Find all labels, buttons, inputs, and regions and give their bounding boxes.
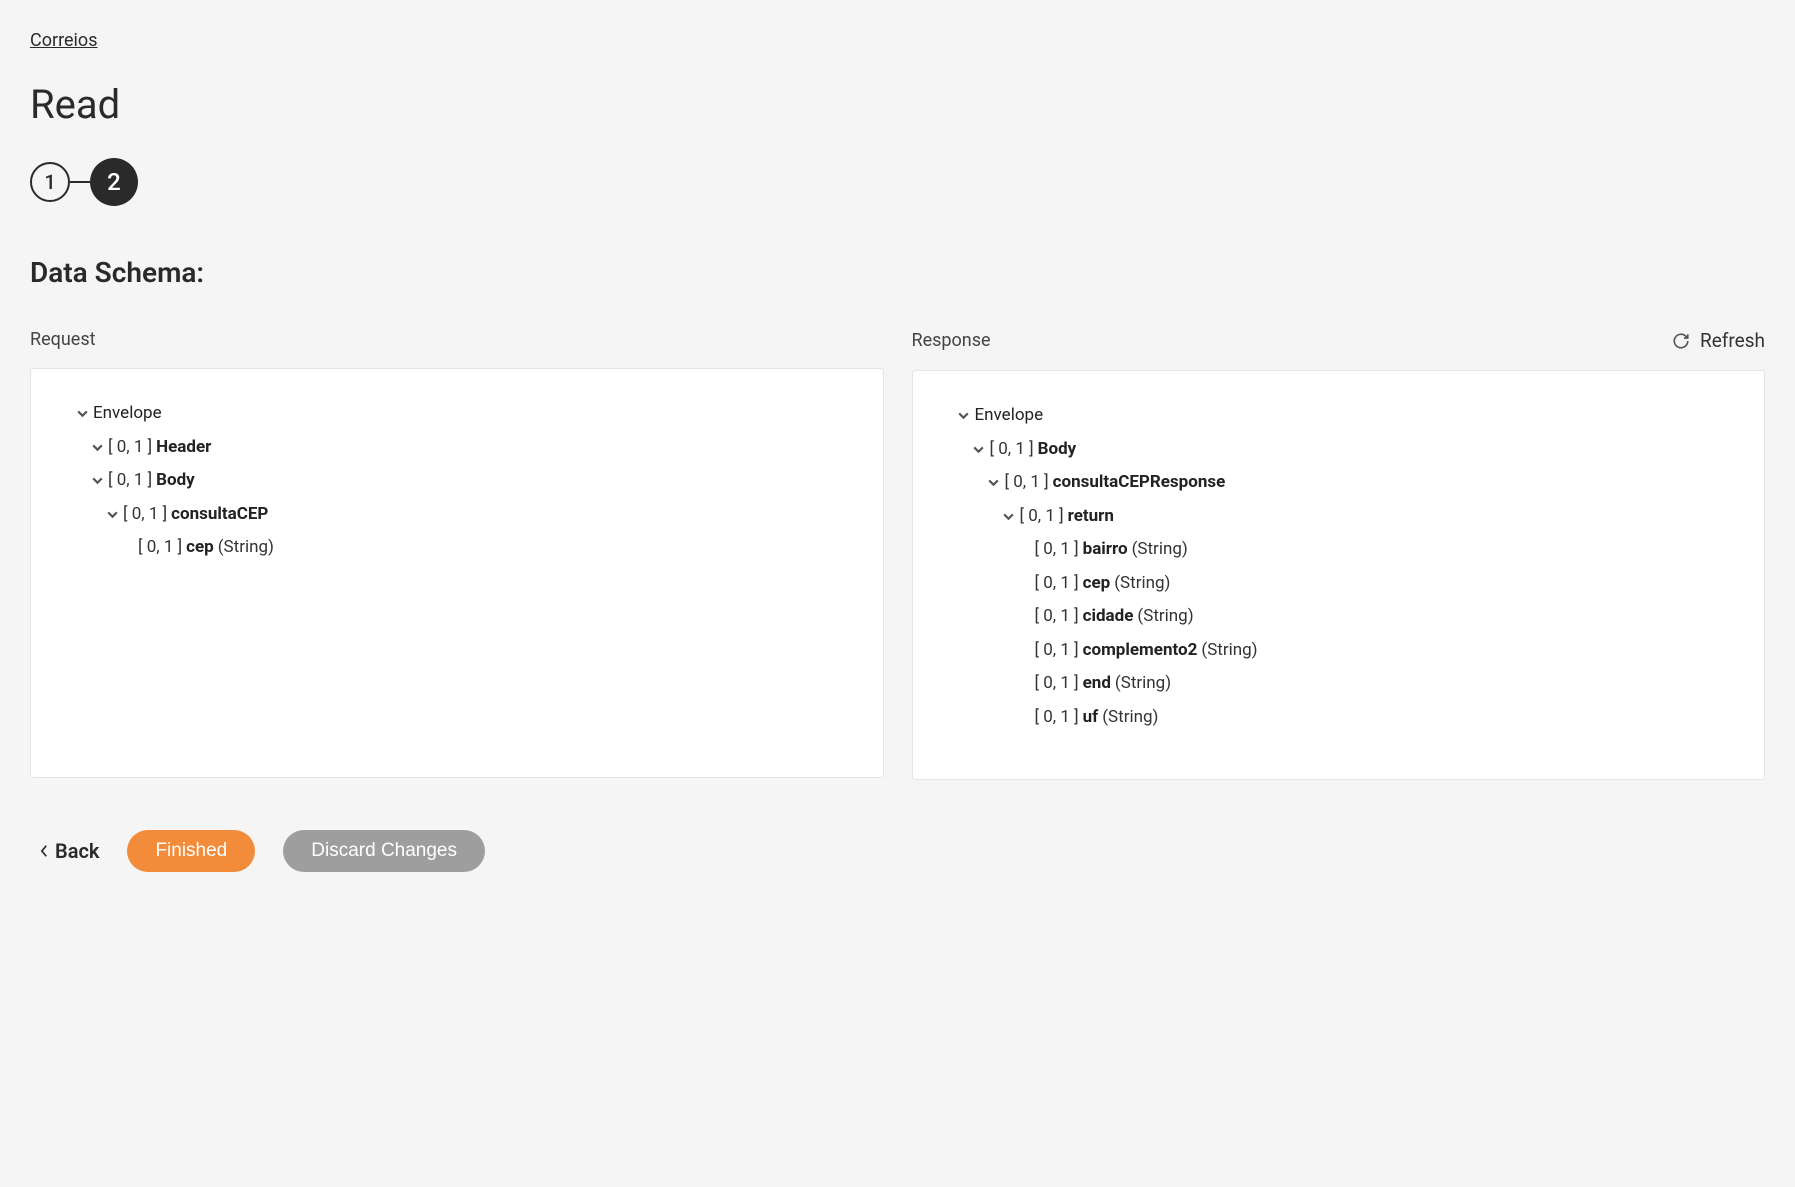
node-cardinality: [ 0, 1 ] (1005, 470, 1049, 496)
node-label: bairro (1083, 537, 1128, 563)
node-label: cep (186, 535, 214, 561)
chevron-down-icon (86, 441, 108, 454)
node-label: consultaCEPResponse (1053, 470, 1226, 496)
back-button[interactable]: Back (40, 839, 99, 863)
node-label: cidade (1083, 604, 1134, 630)
node-label: uf (1083, 705, 1099, 731)
node-cardinality: [ 0, 1 ] (1035, 571, 1079, 597)
refresh-icon (1672, 332, 1690, 350)
tree-node-body[interactable]: [ 0, 1 ] Body (51, 464, 863, 498)
node-label: Envelope (975, 403, 1044, 429)
breadcrumb[interactable]: Correios (30, 30, 98, 51)
chevron-down-icon (71, 407, 93, 420)
node-label: Body (156, 468, 195, 494)
node-label: consultaCEP (171, 502, 268, 528)
tree-node-cep[interactable]: [ 0, 1 ] cep (String) (51, 531, 863, 565)
tree-node-body[interactable]: [ 0, 1 ] Body (933, 433, 1745, 467)
tree-node-field[interactable]: [ 0, 1 ]bairro(String) (933, 533, 1745, 567)
tree-node-field[interactable]: [ 0, 1 ]cep(String) (933, 567, 1745, 601)
node-type: (String) (1132, 537, 1188, 563)
node-type: (String) (218, 535, 274, 561)
page-title: Read (30, 81, 1765, 128)
node-cardinality: [ 0, 1 ] (1035, 638, 1079, 664)
node-label: Body (1038, 437, 1077, 463)
chevron-down-icon (86, 474, 108, 487)
chevron-down-icon (953, 409, 975, 422)
node-label: cep (1083, 571, 1111, 597)
node-cardinality: [ 0, 1 ] (1035, 705, 1079, 731)
tree-node-field[interactable]: [ 0, 1 ]cidade(String) (933, 600, 1745, 634)
step-2[interactable]: 2 (90, 158, 138, 206)
node-type: (String) (1137, 604, 1193, 630)
tree-node-field[interactable]: [ 0, 1 ]end(String) (933, 667, 1745, 701)
tree-node-return[interactable]: [ 0, 1 ] return (933, 500, 1745, 534)
stepper: 1 2 (30, 158, 1765, 206)
step-connector (70, 181, 90, 183)
node-label: return (1068, 504, 1114, 530)
request-label: Request (30, 329, 96, 350)
chevron-left-icon (40, 839, 49, 863)
node-label: end (1083, 671, 1111, 697)
tree-node-envelope[interactable]: Envelope (933, 399, 1745, 433)
node-cardinality: [ 0, 1 ] (1020, 504, 1064, 530)
response-label: Response (912, 330, 991, 351)
chevron-down-icon (968, 443, 990, 456)
node-type: (String) (1114, 571, 1170, 597)
tree-node-envelope[interactable]: Envelope (51, 397, 863, 431)
chevron-down-icon (101, 508, 123, 521)
chevron-down-icon (983, 476, 1005, 489)
node-cardinality: [ 0, 1 ] (138, 535, 182, 561)
node-cardinality: [ 0, 1 ] (1035, 671, 1079, 697)
node-label: Header (156, 435, 211, 461)
node-type: (String) (1115, 671, 1171, 697)
request-column: Request Envelope [ 0, 1 ] Header [ 0 (30, 329, 884, 780)
tree-node-consultacepresponse[interactable]: [ 0, 1 ] consultaCEPResponse (933, 466, 1745, 500)
back-label: Back (55, 839, 99, 863)
node-label: complemento2 (1083, 638, 1198, 664)
node-cardinality: [ 0, 1 ] (123, 502, 167, 528)
node-label: Envelope (93, 401, 162, 427)
tree-node-consultacep[interactable]: [ 0, 1 ] consultaCEP (51, 498, 863, 532)
request-panel: Envelope [ 0, 1 ] Header [ 0, 1 ] Body (30, 368, 884, 778)
step-1[interactable]: 1 (30, 162, 70, 202)
chevron-down-icon (998, 510, 1020, 523)
refresh-button[interactable]: Refresh (1672, 329, 1765, 352)
node-type: (String) (1102, 705, 1158, 731)
node-cardinality: [ 0, 1 ] (1035, 604, 1079, 630)
node-cardinality: [ 0, 1 ] (990, 437, 1034, 463)
node-cardinality: [ 0, 1 ] (108, 468, 152, 494)
node-type: (String) (1201, 638, 1257, 664)
tree-node-field[interactable]: [ 0, 1 ]uf(String) (933, 701, 1745, 735)
node-cardinality: [ 0, 1 ] (108, 435, 152, 461)
tree-node-field[interactable]: [ 0, 1 ]complemento2(String) (933, 634, 1745, 668)
section-title: Data Schema: (30, 256, 1765, 289)
schema-container: Request Envelope [ 0, 1 ] Header [ 0 (30, 329, 1765, 780)
tree-node-header[interactable]: [ 0, 1 ] Header (51, 431, 863, 465)
response-column: Response Refresh Envelope (912, 329, 1766, 780)
node-cardinality: [ 0, 1 ] (1035, 537, 1079, 563)
discard-changes-button[interactable]: Discard Changes (283, 830, 485, 872)
footer-actions: Back Finished Discard Changes (30, 830, 1765, 872)
response-panel: Envelope [ 0, 1 ] Body [ 0, 1 ] consulta… (912, 370, 1766, 780)
refresh-label: Refresh (1700, 329, 1765, 352)
finished-button[interactable]: Finished (127, 830, 255, 872)
